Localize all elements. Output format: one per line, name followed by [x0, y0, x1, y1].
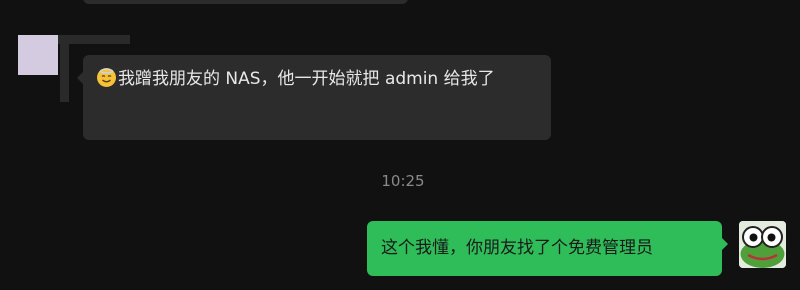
outgoing-message-text: 这个我懂，你朋友找了个免费管理员 — [381, 238, 653, 258]
incoming-message-bubble[interactable]: 我蹭我朋友的 NAS，他一开始就把 admin 给我了 — [77, 55, 551, 140]
outgoing-message-bubble[interactable]: 这个我懂，你朋友找了个免费管理员 — [367, 221, 728, 276]
smiling-face-with-halo-icon — [97, 68, 116, 87]
avatar-image — [18, 35, 58, 75]
frog-avatar-icon — [739, 221, 786, 268]
avatar-decoration — [60, 44, 69, 102]
avatar-decoration — [58, 35, 130, 44]
incoming-message-text: 我蹭我朋友的 NAS，他一开始就把 admin 给我了 — [118, 69, 495, 89]
previous-message-bubble[interactable] — [83, 0, 408, 4]
sender-avatar[interactable] — [18, 35, 130, 102]
message-timestamp: 10:25 — [381, 172, 425, 190]
self-avatar[interactable] — [739, 221, 786, 268]
